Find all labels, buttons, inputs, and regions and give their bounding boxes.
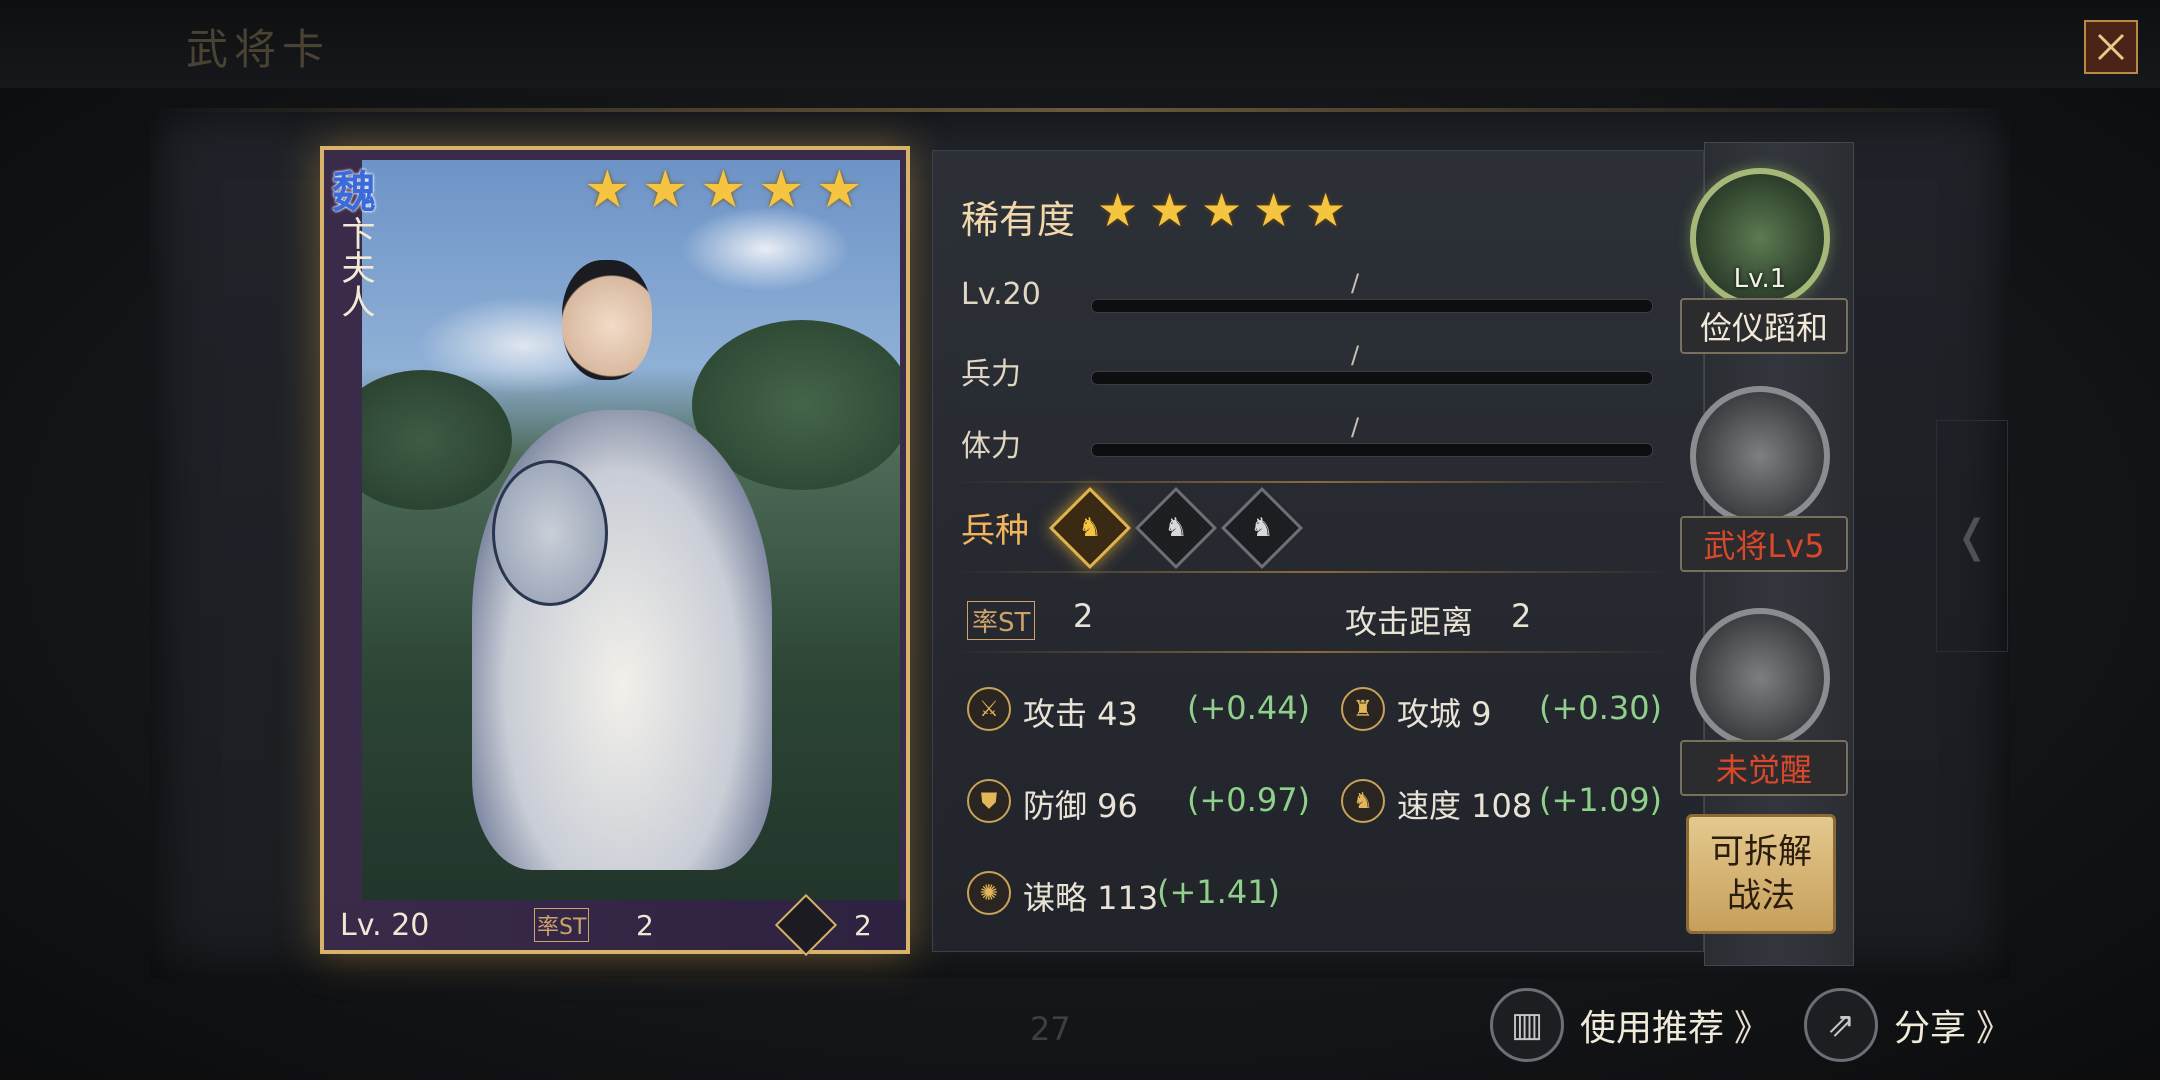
stamina-slash: / bbox=[1351, 413, 1360, 441]
card-level: Lv. 20 bbox=[340, 907, 430, 943]
kingdom-badge: 魏 bbox=[332, 167, 376, 218]
siege-label: 攻城 9 bbox=[1397, 695, 1492, 733]
skill-3-unawakened[interactable]: 未觉醒 bbox=[1680, 740, 1848, 796]
siege-bonus: (+0.30) bbox=[1539, 689, 1663, 727]
share-icon: ⇗ bbox=[1804, 988, 1878, 1062]
recommend-label: 使用推荐 bbox=[1580, 1008, 1725, 1049]
chevron-left-icon: ❬ bbox=[1953, 510, 1991, 562]
troop-type-label: 兵种 bbox=[961, 511, 1029, 551]
attack-bonus: (+0.44) bbox=[1187, 689, 1311, 727]
general-card: 魏 卞夫人 ★ ★ ★ ★ ★ Lv. 20 率ST 2 2 bbox=[320, 146, 910, 957]
sword-icon: ⚔ bbox=[967, 687, 1011, 731]
shield-icon: ⛊ bbox=[967, 779, 1011, 823]
horse-icon: ♞ bbox=[1078, 513, 1102, 543]
level-row: Lv.20 / bbox=[961, 269, 1653, 317]
skill-1-level: Lv.1 bbox=[1733, 264, 1787, 294]
cost-value: 2 bbox=[1073, 597, 1094, 635]
level-slash: / bbox=[1351, 269, 1360, 297]
troops-bar bbox=[1091, 371, 1653, 385]
card-cost: 2 bbox=[636, 908, 654, 942]
speed-label: 速度 108 bbox=[1397, 787, 1533, 825]
dismantle-label-line2: 战法 bbox=[1727, 876, 1795, 916]
share-button[interactable]: ⇗ 分享 》 bbox=[1804, 988, 2013, 1062]
rarity-stars: ★ ★ ★ ★ ★ bbox=[1097, 187, 1353, 235]
troop-type-cavalry-alt[interactable]: ♞ bbox=[1134, 486, 1218, 570]
star-icon: ★ bbox=[1149, 183, 1191, 237]
stamina-row: 体力 / bbox=[961, 413, 1653, 464]
card-troop-value: 2 bbox=[854, 908, 872, 942]
cost-icon: 率ST bbox=[534, 908, 590, 942]
horse-icon: ♞ bbox=[1341, 779, 1385, 823]
troops-label: 兵力 bbox=[961, 357, 1021, 392]
star-icon: ★ bbox=[816, 160, 863, 220]
range-label: 攻击距离 bbox=[1345, 603, 1474, 641]
attack-label: 攻击 43 bbox=[1023, 695, 1138, 733]
troops-slash: / bbox=[1351, 341, 1360, 369]
general-name: 卞夫人 bbox=[335, 216, 375, 318]
stamina-label: 体力 bbox=[961, 429, 1021, 464]
defense-bonus: (+0.97) bbox=[1187, 781, 1311, 819]
horse-icon bbox=[774, 893, 838, 957]
skill-3-medal-locked[interactable] bbox=[1690, 608, 1830, 748]
troops-row: 兵力 / bbox=[961, 341, 1653, 392]
divider bbox=[953, 571, 1673, 573]
page-number: 27 bbox=[1030, 1010, 1071, 1048]
skill-2-unlock-requirement[interactable]: 武将Lv5 bbox=[1680, 516, 1848, 572]
level-label: Lv.20 bbox=[961, 277, 1041, 312]
general-portrait bbox=[362, 160, 900, 902]
stamina-bar bbox=[1091, 443, 1653, 457]
star-icon: ★ bbox=[758, 160, 805, 220]
star-icon: ★ bbox=[1097, 183, 1139, 237]
defense-label: 防御 96 bbox=[1023, 787, 1138, 825]
skill-2-medal-locked[interactable] bbox=[1690, 386, 1830, 526]
dismantle-tactic-button[interactable]: 可拆解 战法 bbox=[1686, 814, 1836, 934]
range-value: 2 bbox=[1511, 597, 1532, 635]
divider bbox=[953, 651, 1673, 653]
stats-panel: 稀有度 ★ ★ ★ ★ ★ Lv.20 / 兵力 / 体力 / 兵种 ♞ ♞ ♞… bbox=[932, 150, 1704, 952]
level-bar bbox=[1091, 299, 1653, 313]
card-stars: ★ ★ ★ ★ ★ bbox=[584, 164, 868, 216]
scroll-icon: ▥ bbox=[1490, 988, 1564, 1062]
page-title: 武将卡 bbox=[186, 25, 331, 74]
speed-bonus: (+1.09) bbox=[1539, 781, 1663, 819]
flame-icon: ✺ bbox=[967, 871, 1011, 915]
close-button[interactable] bbox=[2084, 20, 2138, 74]
star-icon: ★ bbox=[642, 160, 689, 220]
strategy-bonus: (+1.41) bbox=[1157, 873, 1281, 911]
close-icon bbox=[2097, 33, 2125, 61]
strategy-label: 谋略 113 bbox=[1023, 879, 1159, 917]
share-label: 分享 bbox=[1894, 1008, 1967, 1049]
double-chevron-icon: 》 bbox=[1976, 1008, 2013, 1049]
skill-1-medal[interactable]: Lv.1 bbox=[1690, 168, 1830, 308]
rarity-label: 稀有度 bbox=[961, 198, 1076, 242]
star-icon: ★ bbox=[1305, 183, 1347, 237]
star-icon: ★ bbox=[1253, 183, 1295, 237]
next-card-arrow[interactable]: ❬ bbox=[1936, 420, 2008, 652]
card-footer: Lv. 20 率ST 2 2 bbox=[324, 893, 906, 957]
cost-icon: 率ST bbox=[967, 601, 1036, 640]
skill-1-name[interactable]: 俭仪蹈和 bbox=[1680, 298, 1848, 354]
divider bbox=[953, 481, 1673, 483]
horse-icon: ♞ bbox=[1164, 513, 1188, 543]
troop-type-cavalry-alt2[interactable]: ♞ bbox=[1220, 486, 1304, 570]
horse-icon: ♞ bbox=[1250, 513, 1274, 543]
star-icon: ★ bbox=[700, 160, 747, 220]
double-chevron-icon: 》 bbox=[1734, 1008, 1771, 1049]
troop-type-cavalry[interactable]: ♞ bbox=[1048, 486, 1132, 570]
star-icon: ★ bbox=[1201, 183, 1243, 237]
recommend-button[interactable]: ▥ 使用推荐 》 bbox=[1490, 988, 1771, 1062]
star-icon: ★ bbox=[584, 160, 631, 220]
tower-icon: ♜ bbox=[1341, 687, 1385, 731]
dismantle-label-line1: 可拆解 bbox=[1710, 832, 1812, 872]
